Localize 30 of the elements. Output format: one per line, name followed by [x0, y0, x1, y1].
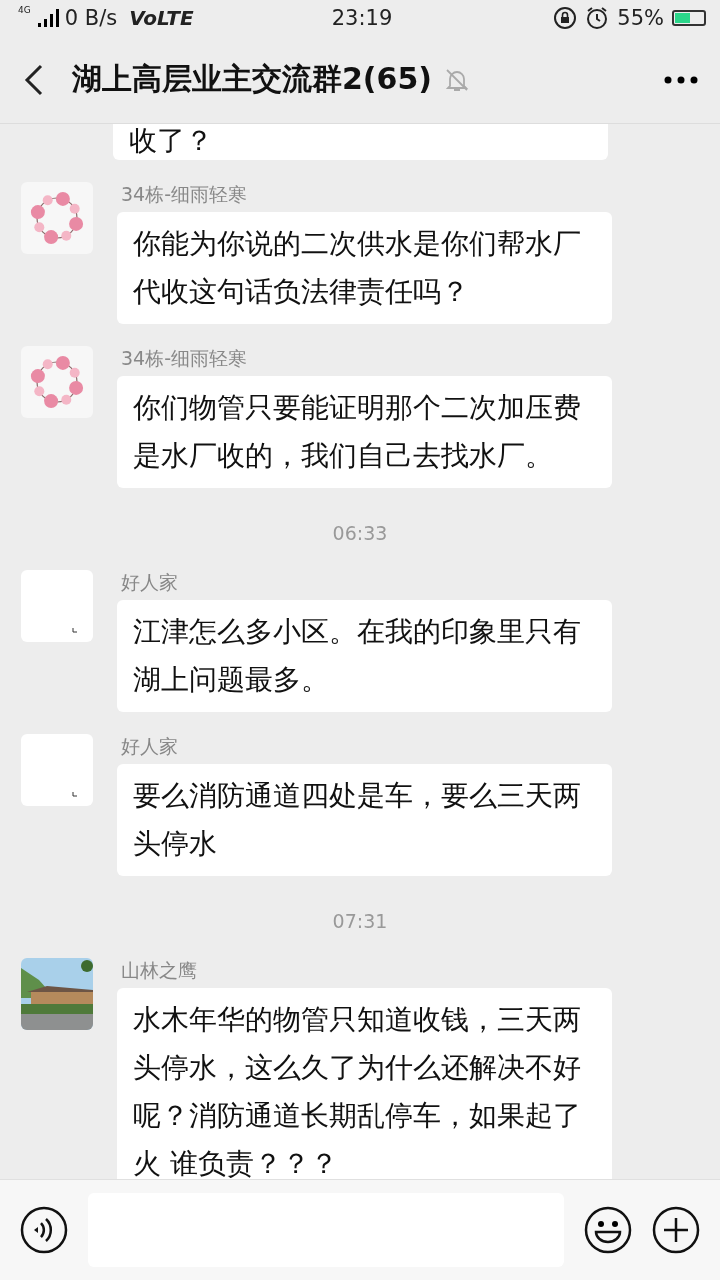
message-bubble: 收了？	[113, 124, 608, 160]
sender-name: 好人家	[121, 570, 179, 594]
more-icon[interactable]	[664, 75, 698, 84]
message-bubble: 水木年华的物管只知道收钱，三天两头停水，这么久了为什么还解决不好呢？消防通道长期乱停车，如果起了火 谁负责？？？	[117, 988, 612, 1179]
network-type: 4G	[18, 5, 31, 15]
network-speed: 0 B/s	[64, 6, 118, 30]
add-icon[interactable]	[652, 1206, 700, 1254]
volte-label: VoLTE	[129, 6, 194, 30]
sender-name: 好人家	[121, 734, 179, 758]
timestamp: 07:31	[332, 910, 388, 932]
message-bubble: 江津怎么多小区。在我的印象里只有湖上问题最多。	[117, 600, 612, 712]
voice-icon[interactable]	[20, 1206, 68, 1254]
sender-name: 34栋-细雨轻寒	[121, 346, 249, 370]
message-bubble: 要么消防通道四处是车，要么三天两头停水	[117, 764, 612, 876]
wreath-avatar[interactable]	[21, 182, 93, 254]
wreath-avatar[interactable]	[21, 346, 93, 418]
alarm-icon	[585, 6, 610, 30]
back-icon[interactable]	[24, 63, 44, 96]
battery-icon	[672, 10, 706, 26]
message-bubble: 你能为你说的二次供水是你们帮水厂代收这句话负法律责任吗？	[117, 212, 612, 324]
rotation-lock-icon	[553, 6, 578, 30]
timestamp: 06:33	[332, 522, 388, 544]
chat-title: 湖上高层业主交流群2(65)	[72, 60, 433, 98]
battery-percent: 55%	[617, 6, 664, 30]
sender-name: 34栋-细雨轻寒	[121, 182, 249, 206]
signal-icon	[36, 9, 59, 27]
emoji-icon[interactable]	[584, 1206, 632, 1254]
sender-name: 山林之鹰	[121, 958, 198, 982]
clock: 23:19	[331, 6, 393, 30]
message-bubble: 你们物管只要能证明那个二次加压费是水厂收的，我们自己去找水厂。	[117, 376, 612, 488]
